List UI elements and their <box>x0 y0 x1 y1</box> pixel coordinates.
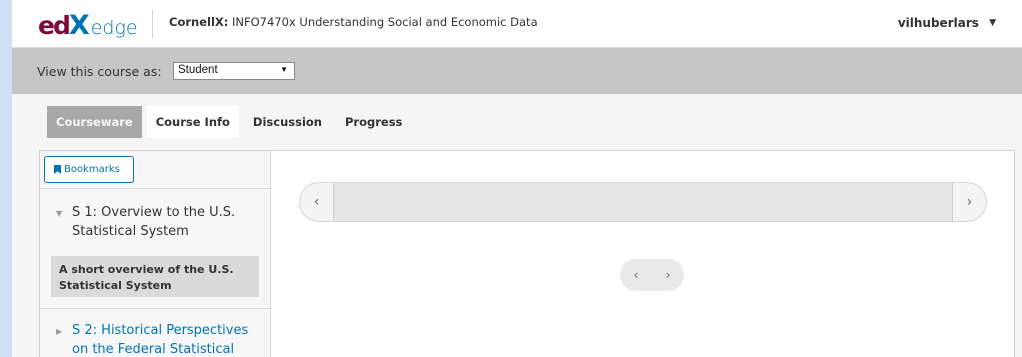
subsection-line2: Statistical System <box>59 279 172 292</box>
logo-x: X <box>68 10 90 41</box>
sequence-prev-button[interactable]: ‹ <box>300 183 334 221</box>
tab-courseware[interactable]: Courseware <box>47 106 142 138</box>
section-1-line2: Statistical System <box>72 224 189 239</box>
collapsed-triangle-icon: ▶ <box>56 327 63 336</box>
sidebar-divider <box>40 188 271 189</box>
section-1-title: S 1: Overview to the U.S. Statistical Sy… <box>72 203 235 241</box>
view-as-bar: View this course as: Student ▼ <box>12 48 1022 94</box>
bookmarks-label: Bookmarks <box>64 164 120 175</box>
section-2[interactable]: ▶ S 2: Historical Perspectives on the Fe… <box>56 321 248 357</box>
edx-edge-logo[interactable]: ed X edge <box>38 10 138 41</box>
course-name: INFO7470x Understanding Social and Econo… <box>232 15 538 29</box>
logo-edge: edge <box>90 17 138 39</box>
browser-frame: ed X edge CornellX: INFO7470x Understand… <box>12 0 1022 357</box>
view-as-label: View this course as: <box>37 64 162 79</box>
username: vilhuberlars <box>897 16 979 30</box>
dropdown-caret-icon: ▼ <box>989 18 996 28</box>
unit-navigation: ‹ › <box>620 259 684 291</box>
header-divider <box>152 10 153 38</box>
tab-progress[interactable]: Progress <box>336 106 411 138</box>
unit-prev-button[interactable]: ‹ <box>620 259 652 291</box>
subsection-line1: A short overview of the U.S. <box>59 263 234 276</box>
tab-course-info[interactable]: Course Info <box>146 106 239 138</box>
select-arrow-icon: ▼ <box>280 65 288 74</box>
top-header: ed X edge CornellX: INFO7470x Understand… <box>12 0 1022 48</box>
sequence-next-button[interactable]: › <box>952 183 986 221</box>
unit-next-button[interactable]: › <box>652 259 684 291</box>
bookmark-icon <box>54 165 61 174</box>
course-nav-sidebar: Bookmarks ▼ S 1: Overview to the U.S. St… <box>40 151 271 357</box>
section-1[interactable]: ▼ S 1: Overview to the U.S. Statistical … <box>56 203 235 241</box>
course-tabs: Courseware Course Info Discussion Progre… <box>47 106 416 138</box>
user-menu[interactable]: vilhuberlars ▼ <box>898 16 996 30</box>
course-org: CornellX: <box>169 15 229 29</box>
section-2-line1: S 2: Historical Perspectives <box>72 323 249 338</box>
section-2-title: S 2: Historical Perspectives on the Fede… <box>72 321 248 357</box>
expanded-triangle-icon: ▼ <box>56 209 63 218</box>
section-2-line2: on the Federal Statistical <box>72 342 235 357</box>
tab-discussion[interactable]: Discussion <box>244 106 331 138</box>
sequence-navigation: ‹ › <box>299 182 987 222</box>
view-as-select[interactable]: Student ▼ <box>173 62 295 80</box>
view-as-selected: Student <box>178 64 218 76</box>
bookmarks-button[interactable]: Bookmarks <box>44 156 134 183</box>
course-title: CornellX: INFO7470x Understanding Social… <box>169 15 538 29</box>
chevron-left-icon: ‹ <box>313 194 320 210</box>
courseware-panel: Bookmarks ▼ S 1: Overview to the U.S. St… <box>39 150 1015 357</box>
chevron-right-icon: › <box>966 194 973 210</box>
logo-ed: ed <box>38 11 71 40</box>
section-1-line1: S 1: Overview to the U.S. <box>72 205 236 220</box>
sidebar-divider <box>40 308 271 309</box>
subsection-short-overview[interactable]: A short overview of the U.S. Statistical… <box>51 256 259 297</box>
